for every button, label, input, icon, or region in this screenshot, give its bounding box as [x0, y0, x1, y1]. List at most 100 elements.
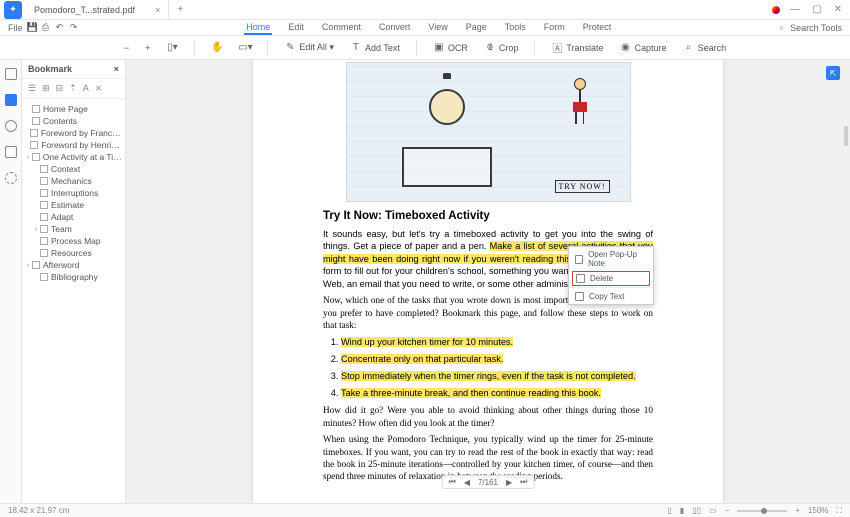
vertical-scrollbar[interactable]: [844, 66, 848, 266]
highlight-list-3[interactable]: Stop immediately when the timer rings, e…: [341, 371, 636, 381]
ocr-button[interactable]: ▣OCR: [433, 42, 468, 54]
file-tab[interactable]: Pomodoro_T...strated.pdf ×: [26, 0, 169, 19]
zoom-out-button[interactable]: −: [124, 43, 129, 53]
bookmark-item[interactable]: Foreword by Francesco Cirillo: [24, 127, 123, 139]
print-icon[interactable]: ⎙: [41, 22, 51, 33]
bookmark-item[interactable]: Estimate: [24, 199, 123, 211]
bookmark-item[interactable]: ›Team: [24, 223, 123, 235]
fullscreen-icon[interactable]: ⛶: [836, 506, 842, 516]
new-tab-button[interactable]: +: [169, 4, 191, 15]
select-tool[interactable]: ▭▾: [239, 42, 251, 54]
first-page-icon[interactable]: ⏮: [449, 477, 456, 487]
last-page-icon[interactable]: ⏭: [520, 477, 527, 487]
capture-button[interactable]: ◉Capture: [620, 42, 667, 54]
bookmark-item[interactable]: Home Page: [24, 103, 123, 115]
highlight-list-4[interactable]: Take a three-minute break, and then cont…: [341, 388, 601, 398]
next-page-icon[interactable]: ▶: [506, 478, 512, 487]
ctx-open-popup[interactable]: Open Pop-Up Note: [569, 247, 653, 271]
chevron-icon[interactable]: ›: [24, 262, 32, 269]
bm-list-icon[interactable]: ☰: [28, 83, 36, 94]
bookmark-checkbox[interactable]: [40, 249, 48, 257]
translate-button[interactable]: 🄰Translate: [551, 42, 603, 54]
attachment-panel-icon[interactable]: [5, 120, 17, 132]
zoom-value[interactable]: 150%: [808, 506, 828, 515]
tab-home[interactable]: Home: [244, 21, 272, 35]
search-tools[interactable]: Search Tools: [790, 23, 842, 33]
bookmark-checkbox[interactable]: [32, 261, 40, 269]
zoom-thumb[interactable]: [761, 508, 767, 514]
highlight-list-2[interactable]: Concentrate only on that particular task…: [341, 354, 503, 364]
bookmark-panel-close-icon[interactable]: ×: [114, 64, 119, 74]
bm-font-icon[interactable]: A: [83, 83, 89, 94]
bookmark-item[interactable]: Process Map: [24, 235, 123, 247]
view-continuous-icon[interactable]: ▮: [680, 506, 684, 515]
search-panel-icon[interactable]: [5, 172, 17, 184]
zoom-in-button[interactable]: +: [145, 43, 150, 53]
bookmark-checkbox[interactable]: [40, 273, 48, 281]
bookmark-item[interactable]: Context: [24, 163, 123, 175]
zoom-in-status[interactable]: +: [795, 506, 800, 515]
bookmark-item[interactable]: Resources: [24, 247, 123, 259]
bookmark-checkbox[interactable]: [40, 237, 48, 245]
redo-icon[interactable]: ↷: [69, 22, 79, 33]
tab-view[interactable]: View: [426, 21, 449, 35]
bookmark-checkbox[interactable]: [40, 201, 48, 209]
file-menu[interactable]: File: [8, 23, 23, 33]
bm-collapse-icon[interactable]: ⨯: [95, 83, 103, 94]
bm-up-icon[interactable]: ⇡: [69, 83, 77, 94]
comment-panel-icon[interactable]: [5, 146, 17, 158]
scroll-thumb[interactable]: [844, 126, 848, 146]
document-viewport[interactable]: TRY NOW! Try It Now: Timeboxed Activity …: [126, 60, 850, 503]
bookmark-item[interactable]: ›One Activity at a Time: [24, 151, 123, 163]
bookmark-checkbox[interactable]: [40, 225, 48, 233]
tab-comment[interactable]: Comment: [320, 21, 363, 35]
ctx-delete[interactable]: Delete: [572, 271, 650, 286]
minimize-button[interactable]: —: [790, 4, 800, 15]
bookmark-item[interactable]: Foreword by Henrik Kniberg: [24, 139, 123, 151]
bookmark-item[interactable]: Bibliography: [24, 271, 123, 283]
bookmark-checkbox[interactable]: [32, 117, 40, 125]
goto-page-badge[interactable]: ⇱: [826, 66, 840, 80]
undo-icon[interactable]: ↶: [55, 22, 65, 33]
view-facing-icon[interactable]: ▯▯: [692, 506, 701, 515]
ctx-copy-text[interactable]: Copy Text: [569, 289, 653, 304]
bookmark-panel-icon[interactable]: [5, 94, 17, 106]
tab-convert[interactable]: Convert: [377, 21, 413, 35]
edit-all-button[interactable]: ✎Edit All ▾: [284, 42, 334, 54]
crop-button[interactable]: ⟃Crop: [484, 42, 519, 54]
bookmark-item[interactable]: Contents: [24, 115, 123, 127]
chevron-icon[interactable]: ›: [32, 226, 40, 233]
bookmark-item[interactable]: Interruptions: [24, 187, 123, 199]
bookmark-checkbox[interactable]: [40, 189, 48, 197]
bm-add-icon[interactable]: ⊞: [42, 83, 50, 94]
close-button[interactable]: ✕: [834, 4, 842, 15]
theme-indicator-icon[interactable]: [772, 6, 780, 14]
bookmark-checkbox[interactable]: [30, 141, 38, 149]
prev-page-icon[interactable]: ◀: [464, 478, 470, 487]
bookmark-item[interactable]: Adapt: [24, 211, 123, 223]
maximize-button[interactable]: ▢: [812, 4, 821, 15]
bookmark-item[interactable]: Mechanics: [24, 175, 123, 187]
fit-page-button[interactable]: ▯▾: [166, 42, 178, 54]
tab-edit[interactable]: Edit: [286, 21, 306, 35]
bookmark-checkbox[interactable]: [32, 105, 40, 113]
bm-delete-icon[interactable]: ⊟: [56, 83, 64, 94]
view-cover-icon[interactable]: ▭: [709, 506, 717, 515]
tab-protect[interactable]: Protect: [581, 21, 614, 35]
add-text-button[interactable]: TAdd Text: [350, 42, 400, 54]
save-icon[interactable]: 💾: [27, 22, 37, 33]
tab-form[interactable]: Form: [542, 21, 567, 35]
bookmark-checkbox[interactable]: [40, 165, 48, 173]
search-button[interactable]: ⌕Search: [683, 42, 727, 54]
chevron-icon[interactable]: ›: [24, 154, 32, 161]
tab-tools[interactable]: Tools: [503, 21, 528, 35]
tab-close-icon[interactable]: ×: [155, 5, 160, 15]
zoom-slider[interactable]: [737, 510, 787, 512]
bookmark-checkbox[interactable]: [40, 177, 48, 185]
bookmark-checkbox[interactable]: [32, 153, 40, 161]
zoom-out-status[interactable]: −: [725, 506, 730, 515]
bookmark-checkbox[interactable]: [40, 213, 48, 221]
tab-page[interactable]: Page: [464, 21, 489, 35]
hand-tool[interactable]: ✋: [211, 42, 223, 54]
bookmark-checkbox[interactable]: [30, 129, 38, 137]
